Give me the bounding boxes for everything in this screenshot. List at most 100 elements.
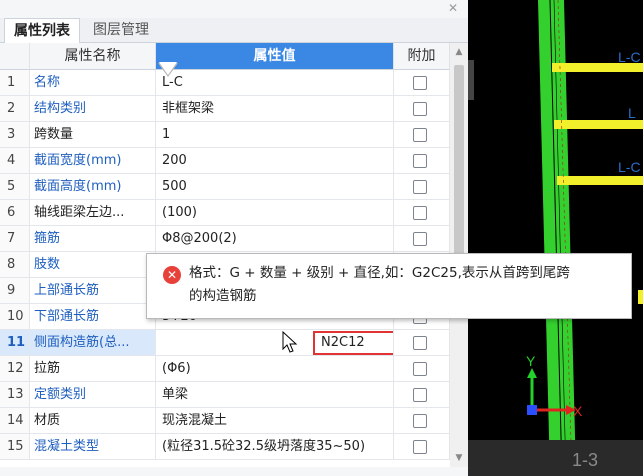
panel-footer (0, 467, 468, 476)
branch-beam-4[interactable] (638, 290, 643, 304)
table-row[interactable]: 12 拉筋 (Φ6) (0, 356, 450, 382)
property-name[interactable]: 轴线距梁左边... (30, 200, 156, 226)
tooltip-pointer-inner (159, 62, 177, 75)
layer-bar (468, 440, 643, 476)
table-row[interactable]: 3 跨数量 1 (0, 122, 450, 148)
branch-beam-2[interactable] (554, 120, 643, 129)
property-name[interactable]: 上部通长筋 (30, 278, 156, 304)
close-icon[interactable]: ✕ (446, 0, 460, 16)
table-row[interactable]: 5 截面高度(mm) 500 (0, 174, 450, 200)
beam-label-1: L-C (618, 49, 641, 65)
table-row[interactable]: 13 定额类别 单梁 (0, 382, 450, 408)
property-value[interactable]: (Φ6) (156, 356, 394, 382)
property-value[interactable]: L-C (156, 70, 394, 96)
row-number: 7 (0, 226, 30, 252)
panel-title-bar: ✕ (0, 0, 468, 18)
append-cell (394, 382, 450, 408)
append-checkbox[interactable] (413, 232, 427, 246)
property-value[interactable]: Φ8@200(2) (156, 226, 394, 252)
row-number: 4 (0, 148, 30, 174)
append-checkbox[interactable] (413, 154, 427, 168)
property-value[interactable]: (100) (156, 200, 394, 226)
append-checkbox[interactable] (413, 362, 427, 376)
properties-panel: ✕ 属性列表 图层管理 属性名称 属性值 附加 1 名称 L-C 2 结构类别 非框架梁 3… (0, 0, 468, 476)
property-value[interactable]: 200 (156, 148, 394, 174)
append-cell (394, 200, 450, 226)
row-number: 8 (0, 252, 30, 278)
append-cell (394, 226, 450, 252)
row-number: 15 (0, 434, 30, 460)
row-number: 10 (0, 304, 30, 330)
error-icon: ✕ (163, 266, 181, 284)
table-row[interactable]: 15 混凝土类型 (粒径31.5砼32.5级坍落度35~50) (0, 434, 450, 460)
append-checkbox[interactable] (413, 336, 427, 350)
table-row[interactable]: 4 截面宽度(mm) 200 (0, 148, 450, 174)
property-value[interactable]: 非框架梁 (156, 96, 394, 122)
property-value[interactable]: (粒径31.5砼32.5级坍落度35~50) (156, 434, 394, 460)
property-name[interactable]: 名称 (30, 70, 156, 96)
table-row[interactable]: 7 箍筋 Φ8@200(2) (0, 226, 450, 252)
property-name[interactable]: 材质 (30, 408, 156, 434)
row-number: 5 (0, 174, 30, 200)
format-hint-tooltip: ✕ 格式：G + 数量 + 级别 + 直径,如：G2C25,表示从首跨到尾跨 的… (146, 253, 632, 319)
append-checkbox[interactable] (413, 102, 427, 116)
append-cell (394, 174, 450, 200)
append-cell (394, 96, 450, 122)
table-row[interactable]: 14 材质 现浇混凝土 (0, 408, 450, 434)
property-name[interactable]: 拉筋 (30, 356, 156, 382)
property-name[interactable]: 箍筋 (30, 226, 156, 252)
property-value[interactable]: 单梁 (156, 382, 394, 408)
append-checkbox[interactable] (413, 440, 427, 454)
table-row[interactable]: 11侧面构造筋(总... N2C12··· (0, 330, 450, 356)
property-name[interactable]: 肢数 (30, 252, 156, 278)
append-cell (394, 122, 450, 148)
append-cell (394, 408, 450, 434)
tooltip-line-1: 格式：G + 数量 + 级别 + 直径,如：G2C25,表示从首跨到尾跨 (189, 265, 570, 281)
property-name[interactable]: 下部通长筋 (30, 304, 156, 330)
property-name[interactable]: 跨数量 (30, 122, 156, 148)
property-value[interactable]: 500 (156, 174, 394, 200)
append-checkbox[interactable] (413, 388, 427, 402)
append-cell (394, 330, 450, 356)
append-checkbox[interactable] (413, 128, 427, 142)
table-row[interactable]: 6 轴线距梁左边... (100) (0, 200, 450, 226)
property-name[interactable]: 混凝土类型 (30, 434, 156, 460)
append-checkbox[interactable] (413, 206, 427, 220)
append-cell (394, 356, 450, 382)
drawing-canvas[interactable]: L-C L L-C X Y 1-3 (468, 0, 643, 476)
table-row[interactable]: 2 结构类别 非框架梁 (0, 96, 450, 122)
property-value[interactable]: 1 (156, 122, 394, 148)
property-value-cell[interactable]: N2C12··· (156, 330, 394, 356)
property-value[interactable]: 现浇混凝土 (156, 408, 394, 434)
row-number: 9 (0, 278, 30, 304)
scroll-up-icon[interactable]: ▲ (450, 45, 468, 59)
append-checkbox[interactable] (413, 414, 427, 428)
row-number: 2 (0, 96, 30, 122)
property-name[interactable]: 定额类别 (30, 382, 156, 408)
beam-drawing[interactable]: L-C L L-C X Y 1-3 (468, 0, 643, 476)
row-number: 12 (0, 356, 30, 382)
property-name[interactable]: 截面高度(mm) (30, 174, 156, 200)
tab-layer-manager[interactable]: 图层管理 (82, 18, 160, 42)
header-property-name[interactable]: 属性名称 (30, 43, 156, 70)
splitter-handle[interactable] (468, 60, 474, 100)
header-property-value[interactable]: 属性值 (156, 43, 394, 70)
value-edit-text[interactable]: N2C12 (321, 333, 365, 353)
branch-beam-3[interactable] (557, 176, 643, 185)
table-row[interactable]: 1 名称 L-C (0, 70, 450, 96)
tab-properties[interactable]: 属性列表 (4, 18, 80, 43)
scrollbar-thumb[interactable] (454, 65, 464, 265)
scroll-down-icon[interactable]: ▼ (450, 451, 468, 465)
tooltip-text: 格式：G + 数量 + 级别 + 直径,如：G2C25,表示从首跨到尾跨 的构造… (189, 262, 619, 308)
row-number: 11 (0, 330, 30, 356)
row-number: 13 (0, 382, 30, 408)
value-edit-input[interactable]: N2C12··· (313, 331, 393, 355)
append-cell (394, 70, 450, 96)
append-checkbox[interactable] (413, 180, 427, 194)
property-name[interactable]: 截面宽度(mm) (30, 148, 156, 174)
property-name[interactable]: 结构类别 (30, 96, 156, 122)
append-cell (394, 148, 450, 174)
header-append[interactable]: 附加 (394, 43, 450, 70)
property-name[interactable]: 侧面构造筋(总... (30, 330, 156, 356)
append-checkbox[interactable] (413, 76, 427, 90)
